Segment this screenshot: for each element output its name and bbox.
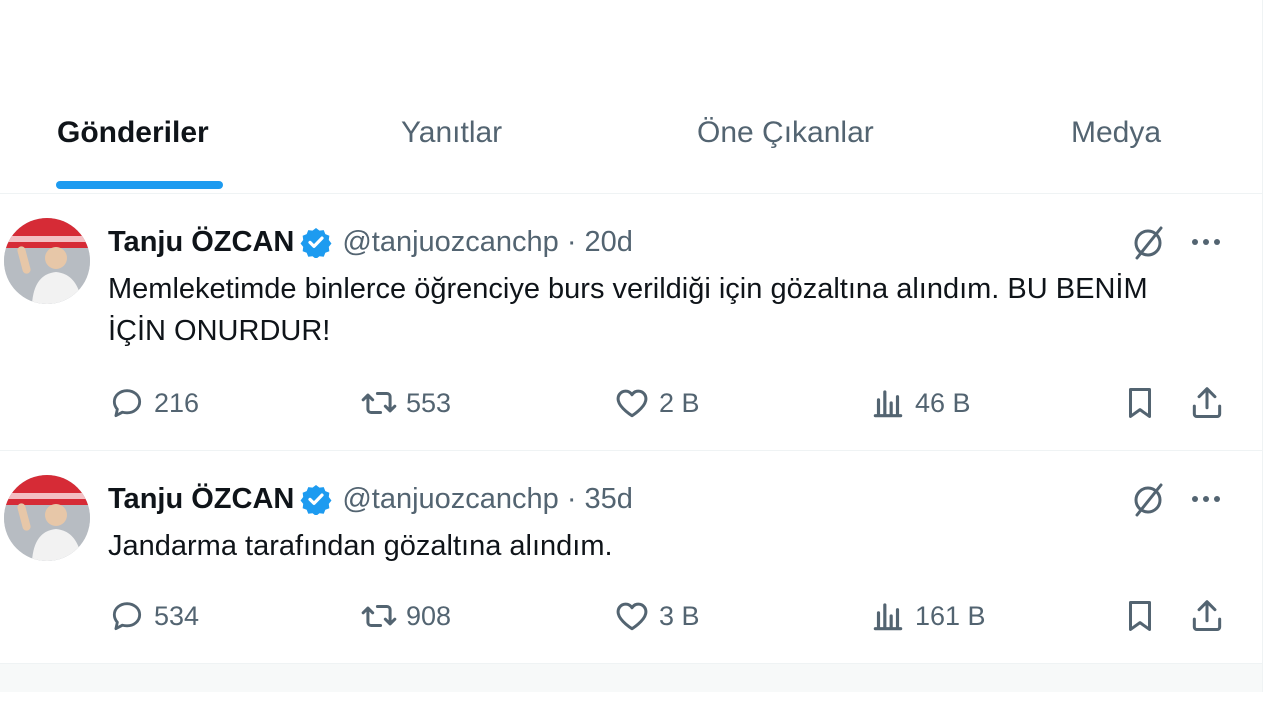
post-text: Memleketimde binlerce öğrenciye burs ver…	[108, 273, 1148, 347]
post-header: Tanju ÖZCAN @tanjuozcanchp · 35d	[108, 479, 633, 519]
like-button[interactable]: 2 B	[613, 384, 700, 422]
tab-media[interactable]: Medya	[1071, 116, 1161, 150]
share-icon[interactable]	[1188, 597, 1226, 635]
verified-badge-icon[interactable]	[300, 483, 332, 515]
avatar[interactable]	[4, 218, 90, 304]
views-button[interactable]: 46 B	[869, 384, 971, 422]
repost-count: 908	[406, 600, 452, 631]
avatar[interactable]	[4, 475, 90, 561]
reply-count: 534	[154, 600, 200, 631]
reply-count: 216	[154, 387, 200, 418]
verified-badge-icon[interactable]	[300, 226, 332, 258]
next-post-peek	[0, 664, 1262, 692]
bookmark-icon[interactable]	[1121, 597, 1159, 635]
author-name[interactable]: Tanju ÖZCAN	[108, 483, 294, 516]
more-icon[interactable]	[1188, 481, 1224, 517]
author-handle[interactable]: @tanjuozcanchp	[342, 483, 558, 516]
grok-icon[interactable]	[1131, 479, 1167, 519]
repost-icon	[361, 604, 397, 628]
post-time[interactable]: 20d	[584, 226, 632, 259]
post-header: Tanju ÖZCAN @tanjuozcanchp · 20d	[108, 222, 633, 262]
like-count: 2 B	[659, 387, 700, 418]
post-text: Jandarma tarafından gözaltına alındım.	[108, 530, 613, 562]
like-button[interactable]: 3 B	[613, 597, 700, 635]
reply-button[interactable]: 534	[108, 597, 199, 635]
separator-dot: ·	[566, 225, 577, 258]
post-item[interactable]: Tanju ÖZCAN @tanjuozcanchp · 20d Memleke…	[0, 194, 1262, 451]
reply-icon	[112, 602, 142, 631]
like-count: 3 B	[659, 600, 700, 631]
views-count: 161 B	[915, 600, 986, 631]
active-tab-indicator	[56, 181, 223, 189]
author-handle[interactable]: @tanjuozcanchp	[342, 226, 558, 259]
repost-button[interactable]: 908	[360, 597, 451, 635]
separator-dot: ·	[566, 482, 577, 515]
share-icon[interactable]	[1188, 384, 1226, 422]
views-icon	[873, 603, 903, 631]
reply-icon	[112, 389, 142, 418]
like-icon	[616, 389, 648, 418]
more-icon[interactable]	[1188, 224, 1224, 260]
tab-replies[interactable]: Yanıtlar	[401, 116, 502, 150]
profile-tabs: Gönderiler Yanıtlar Öne Çıkanlar Medya	[0, 90, 1262, 194]
tab-highlights[interactable]: Öne Çıkanlar	[697, 116, 874, 150]
author-name[interactable]: Tanju ÖZCAN	[108, 226, 294, 259]
like-icon	[616, 602, 648, 631]
grok-icon[interactable]	[1131, 222, 1167, 262]
views-button[interactable]: 161 B	[869, 597, 986, 635]
repost-count: 553	[406, 387, 452, 418]
post-item[interactable]: Tanju ÖZCAN @tanjuozcanchp · 35d Jandarm…	[0, 451, 1262, 664]
bookmark-icon[interactable]	[1121, 384, 1159, 422]
repost-icon	[361, 391, 397, 415]
post-time[interactable]: 35d	[584, 483, 632, 516]
views-icon	[873, 390, 903, 418]
profile-timeline: Gönderiler Yanıtlar Öne Çıkanlar Medya T…	[0, 0, 1263, 692]
views-count: 46 B	[915, 387, 971, 418]
tab-posts[interactable]: Gönderiler	[57, 116, 209, 150]
repost-button[interactable]: 553	[360, 384, 451, 422]
reply-button[interactable]: 216	[108, 384, 199, 422]
